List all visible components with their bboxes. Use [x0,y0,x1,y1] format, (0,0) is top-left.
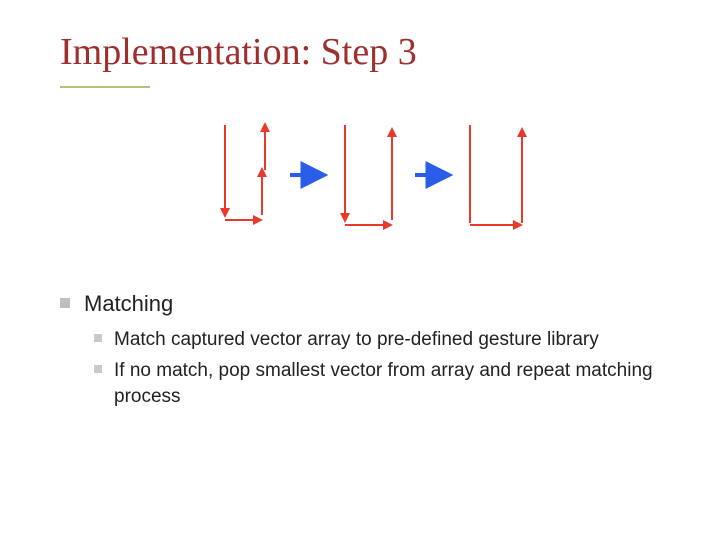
slide-title: Implementation: Step 3 [60,30,417,74]
gesture-shape-3 [470,125,522,225]
bullet-text: If no match, pop smallest vector from ar… [114,358,660,409]
title-underline [60,86,150,88]
gesture-shape-1 [225,125,265,220]
bullet-level2: If no match, pop smallest vector from ar… [94,358,660,409]
bullet-level2: Match captured vector array to pre-defin… [94,327,660,353]
bullet-text: Matching [84,290,173,319]
gesture-diagram [210,115,550,245]
gesture-svg [210,115,550,245]
bullet-square-icon [94,334,102,342]
bullet-level1: Matching [60,290,660,319]
bullet-list: Matching Match captured vector array to … [60,290,660,416]
bullet-text: Match captured vector array to pre-defin… [114,327,599,353]
bullet-square-icon [60,298,70,308]
gesture-shape-2 [345,125,392,225]
slide: Implementation: Step 3 [0,0,720,540]
bullet-square-icon [94,365,102,373]
